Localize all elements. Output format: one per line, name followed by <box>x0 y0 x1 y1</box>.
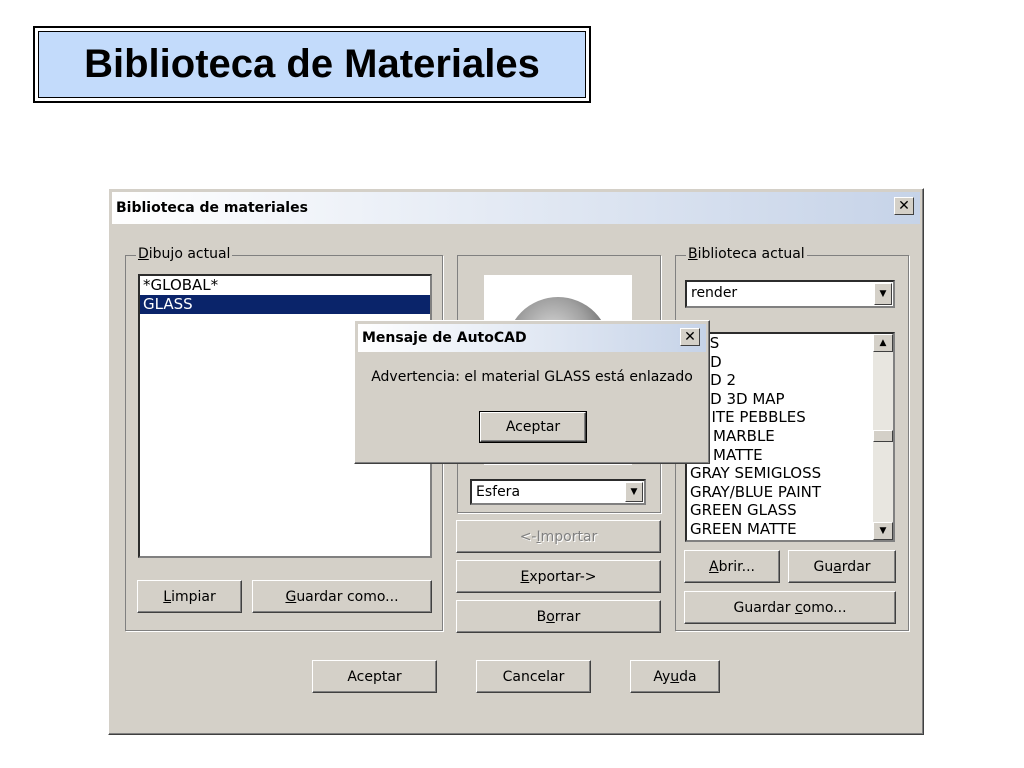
save-as-drawing-button[interactable]: Guardar como... <box>252 580 432 613</box>
list-item[interactable]: AY MATTE <box>687 446 873 465</box>
preview-shape-select[interactable]: Esfera ▼ <box>470 479 646 505</box>
list-item[interactable]: GRAY/BLUE PAINT <box>687 483 873 502</box>
library-materials-list[interactable]: ASS OLD OLD 2 OLD 3D MAP ANITE PEBBLES A… <box>685 332 895 542</box>
scroll-down-icon[interactable]: ▼ <box>873 522 893 540</box>
chevron-down-icon[interactable]: ▼ <box>874 283 892 305</box>
list-item[interactable]: ANITE PEBBLES <box>687 408 873 427</box>
dialog-title: Biblioteca de materiales <box>116 200 308 216</box>
dialog-titlebar: Biblioteca de materiales <box>112 192 920 224</box>
scroll-thumb[interactable] <box>873 430 893 442</box>
list-item-selected[interactable]: GLASS <box>140 295 430 314</box>
list-item[interactable]: GREEN GLASS <box>687 501 873 520</box>
help-button[interactable]: Ayuda <box>630 660 720 693</box>
warning-text: Advertencia: el material GLASS está enla… <box>371 369 693 385</box>
ok-button[interactable]: Aceptar <box>312 660 437 693</box>
library-select[interactable]: render ▼ <box>685 280 895 308</box>
list-item[interactable]: GRAY SEMIGLOSS <box>687 464 873 483</box>
list-item[interactable]: GREEN MATTE <box>687 520 873 539</box>
message-close-icon[interactable]: ✕ <box>680 328 700 346</box>
message-titlebar: Mensaje de AutoCAD <box>358 324 706 352</box>
slide-title-frame: Biblioteca de Materiales <box>33 26 591 103</box>
list-item[interactable]: AY MARBLE <box>687 427 873 446</box>
current-drawing-legend: Dibujo actual <box>136 246 233 262</box>
scroll-up-icon[interactable]: ▲ <box>873 334 893 352</box>
open-library-button[interactable]: Abrir... <box>684 550 780 583</box>
save-library-button[interactable]: Guardar <box>788 550 896 583</box>
list-item[interactable]: ASS <box>687 334 873 353</box>
list-item[interactable]: OLD 3D MAP <box>687 390 873 409</box>
slide-title: Biblioteca de Materiales <box>84 42 540 86</box>
export-button[interactable]: Exportar-> <box>456 560 661 593</box>
autocad-message-box: Mensaje de AutoCAD ✕ Advertencia: el mat… <box>354 320 710 464</box>
list-item[interactable]: *GLOBAL* <box>140 276 430 295</box>
slide-title-box: Biblioteca de Materiales <box>38 31 586 98</box>
cancel-button[interactable]: Cancelar <box>476 660 591 693</box>
message-ok-button[interactable]: Aceptar <box>479 411 587 443</box>
list-item[interactable]: OLD <box>687 353 873 372</box>
list-item[interactable]: OLD 2 <box>687 371 873 390</box>
message-title: Mensaje de AutoCAD <box>362 330 527 346</box>
import-button[interactable]: <-Importar <box>456 520 661 553</box>
dialog-close-icon[interactable]: ✕ <box>894 197 914 215</box>
clear-button[interactable]: Limpiar <box>137 580 242 613</box>
current-library-legend: Biblioteca actual <box>686 246 807 262</box>
library-scrollbar[interactable]: ▲ ▼ <box>873 334 893 540</box>
save-library-as-button[interactable]: Guardar como... <box>684 591 896 624</box>
chevron-down-icon[interactable]: ▼ <box>625 482 643 502</box>
delete-button[interactable]: Borrar <box>456 600 661 633</box>
